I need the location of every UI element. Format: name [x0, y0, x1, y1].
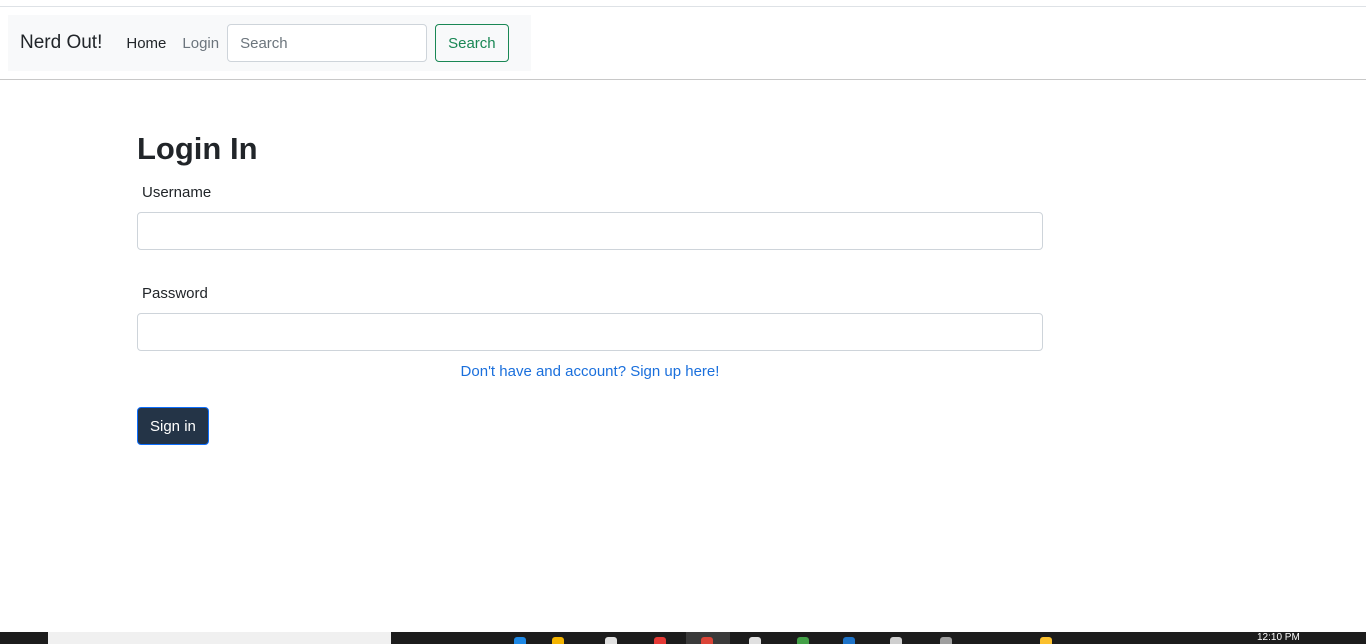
chrome-icon[interactable] — [701, 637, 713, 644]
github-icon[interactable] — [749, 637, 761, 644]
navbar-divider — [0, 79, 1366, 80]
misc-app-icon[interactable] — [940, 637, 952, 644]
brand-logo[interactable]: Nerd Out! — [20, 32, 102, 54]
login-form-container: Login In Username Password Don't have an… — [137, 128, 1043, 445]
store-icon[interactable] — [605, 637, 617, 644]
sign-in-button[interactable]: Sign in — [137, 407, 209, 445]
signup-link[interactable]: Don't have and account? Sign up here! — [461, 363, 720, 380]
vscode-icon[interactable] — [843, 637, 855, 644]
password-field[interactable] — [137, 313, 1043, 351]
search-button[interactable]: Search — [435, 24, 509, 62]
username-field[interactable] — [137, 212, 1043, 250]
folder-icon[interactable] — [552, 637, 564, 644]
os-taskbar: 12:10 PM — [0, 632, 1366, 644]
username-label: Username — [142, 184, 212, 201]
sticky-notes-icon[interactable] — [1040, 637, 1052, 644]
pen-app-icon[interactable] — [654, 637, 666, 644]
taskbar-clock: 12:10 PM — [1257, 632, 1300, 643]
signup-row: Don't have and account? Sign up here! — [137, 362, 1043, 382]
page-title: Login In — [137, 131, 258, 166]
search-input[interactable] — [227, 24, 428, 62]
navbar: Nerd Out! Home Login Search — [8, 15, 531, 71]
nav-link-login[interactable]: Login — [182, 35, 219, 52]
terminal-icon[interactable] — [890, 637, 902, 644]
green-app-icon[interactable] — [797, 637, 809, 644]
nav-link-home[interactable]: Home — [126, 35, 166, 52]
password-label: Password — [142, 285, 208, 302]
edge-browser-icon[interactable] — [514, 637, 526, 644]
top-divider — [0, 6, 1366, 7]
taskbar-search-box[interactable] — [48, 632, 391, 644]
